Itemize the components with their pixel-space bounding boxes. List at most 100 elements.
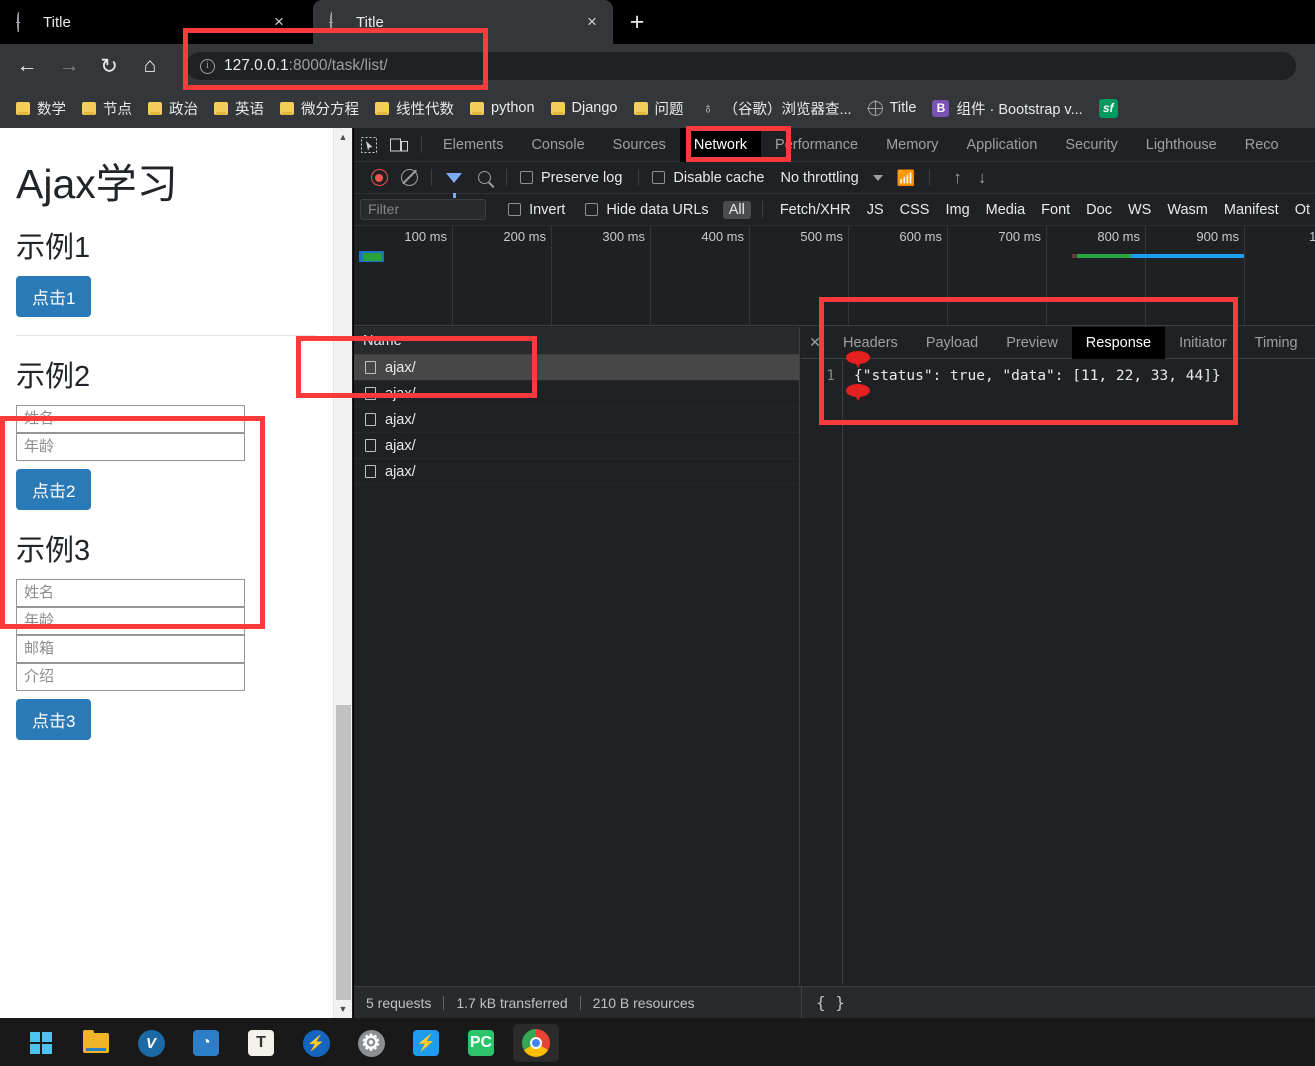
filter-type-css[interactable]: CSS — [894, 201, 936, 219]
submit-button-3[interactable]: 点击3 — [16, 698, 92, 740]
search-icon[interactable] — [469, 163, 499, 193]
bookmark-item[interactable]: B 组件 · Bootstrap v... — [924, 95, 1090, 122]
network-timeline-overview[interactable]: 100 ms 200 ms 300 ms 400 ms 500 ms 600 ms 700 … — [354, 226, 1315, 326]
bookmark-item[interactable]: 问题 — [626, 95, 692, 122]
table-row[interactable]: ajax/ — [354, 459, 799, 485]
close-icon[interactable]: × — [266, 9, 292, 35]
detail-tab-response[interactable]: Response — [1071, 326, 1166, 359]
filter-type-ot[interactable]: Ot — [1289, 201, 1315, 219]
download-icon[interactable]: ↓ — [978, 168, 987, 188]
detail-tab-preview[interactable]: Preview — [992, 327, 1072, 359]
devtools-tab-application[interactable]: Application — [952, 128, 1051, 162]
detail-tab-headers[interactable]: Headers — [829, 327, 912, 359]
bookmark-item[interactable]: 线性代数 — [367, 95, 462, 122]
wifi-settings-icon[interactable]: 📶 — [897, 169, 916, 187]
disable-cache-checkbox[interactable]: Disable cache — [652, 170, 764, 186]
pretty-print-button[interactable]: { } — [801, 986, 1315, 1018]
browser-tab-2[interactable]: Title × — [313, 0, 613, 44]
upload-icon[interactable]: ↑ — [953, 168, 962, 188]
devtools-tab-security[interactable]: Security — [1051, 128, 1131, 162]
app-settings[interactable]: ⚙ — [348, 1024, 394, 1062]
filter-type-ws[interactable]: WS — [1122, 201, 1157, 219]
filter-type-img[interactable]: Img — [939, 201, 975, 219]
site-info-icon[interactable]: i — [200, 58, 215, 74]
filter-type-js[interactable]: JS — [861, 201, 890, 219]
home-icon[interactable]: ⌂ — [135, 51, 165, 81]
forward-icon[interactable]: → — [54, 51, 84, 81]
app-typora[interactable]: T — [238, 1024, 284, 1062]
filter-type-manifest[interactable]: Manifest — [1218, 201, 1285, 219]
table-row[interactable]: ajax/ — [354, 433, 799, 459]
bookmark-item[interactable]: Django — [543, 97, 626, 119]
clear-icon[interactable] — [394, 163, 424, 193]
app-chrome[interactable] — [513, 1024, 559, 1062]
filter-type-wasm[interactable]: Wasm — [1161, 201, 1214, 219]
close-icon[interactable]: × — [579, 9, 605, 35]
bookmark-item[interactable]: 节点 — [74, 95, 140, 122]
reload-icon[interactable]: ↻ — [94, 51, 124, 81]
scroll-down-icon[interactable]: ▼ — [334, 1000, 352, 1018]
text-input[interactable]: 邮箱 — [16, 634, 245, 663]
devtools-tab-performance[interactable]: Performance — [761, 128, 872, 162]
throttling-select[interactable]: No throttling — [780, 170, 858, 186]
device-toolbar-icon[interactable] — [384, 130, 414, 160]
bookmark-item[interactable]: python — [462, 97, 543, 119]
devtools-tab-network[interactable]: Network — [679, 127, 762, 162]
app-pycharm[interactable]: PC — [458, 1024, 504, 1062]
bookmark-item[interactable]: Title — [860, 97, 925, 119]
funnel-icon[interactable] — [439, 163, 469, 198]
devtools-tab-sources[interactable]: Sources — [599, 128, 680, 162]
browser-tab-1[interactable]: Title × — [0, 0, 300, 44]
filter-type-fetch-xhr[interactable]: Fetch/XHR — [774, 201, 857, 219]
text-input[interactable]: 介绍 — [16, 662, 245, 691]
devtools-tab-lighthouse[interactable]: Lighthouse — [1132, 128, 1231, 162]
filter-type-font[interactable]: Font — [1035, 201, 1076, 219]
filter-input[interactable]: Filter — [360, 199, 487, 220]
bookmark-item[interactable]: 数学 — [8, 95, 74, 122]
detail-tab-c[interactable]: C — [1312, 327, 1315, 359]
bookmark-item[interactable]: 政治 — [140, 95, 206, 122]
submit-button-2[interactable]: 点击2 — [16, 468, 92, 510]
preserve-log-checkbox[interactable]: Preserve log — [520, 170, 622, 186]
address-bar[interactable]: i 127.0.0.1:8000/task/list/ — [186, 52, 1296, 80]
bookmark-item[interactable]: sf — [1091, 96, 1126, 121]
app-v[interactable]: V — [128, 1024, 174, 1062]
text-input[interactable]: 姓名 — [16, 404, 245, 433]
table-row[interactable]: ajax/ — [354, 407, 799, 433]
inspect-element-icon[interactable] — [354, 130, 384, 160]
scroll-up-icon[interactable]: ▲ — [334, 128, 352, 146]
devtools-tab-reco[interactable]: Reco — [1231, 128, 1293, 162]
detail-tab-initiator[interactable]: Initiator — [1165, 327, 1241, 359]
filter-type-all[interactable]: All — [722, 200, 751, 219]
filter-type-doc[interactable]: Doc — [1080, 201, 1118, 219]
bookmark-item[interactable]: 英语 — [206, 95, 272, 122]
devtools-tab-memory[interactable]: Memory — [872, 128, 952, 162]
hide-data-urls-checkbox[interactable]: Hide data URLs — [585, 202, 709, 218]
submit-button-1[interactable]: 点击1 — [16, 275, 92, 317]
filter-type-media[interactable]: Media — [980, 201, 1032, 219]
start-button[interactable] — [18, 1024, 64, 1062]
table-row[interactable]: ajax/ — [354, 381, 799, 407]
devtools-tab-elements[interactable]: Elements — [429, 128, 517, 162]
close-icon[interactable]: ✕ — [801, 334, 829, 351]
column-header-name[interactable]: Name — [354, 327, 799, 355]
page-scrollbar[interactable]: ▲ ▼ — [333, 128, 352, 1018]
bookmark-item[interactable]: ♁ （谷歌）浏览器查... — [692, 95, 860, 122]
new-tab-button[interactable]: + — [622, 8, 652, 38]
detail-tab-timing[interactable]: Timing — [1241, 327, 1312, 359]
app-flash[interactable]: ⚡ — [403, 1024, 449, 1062]
detail-tab-payload[interactable]: Payload — [912, 327, 992, 359]
record-icon[interactable] — [364, 163, 394, 193]
devtools-tab-console[interactable]: Console — [517, 128, 598, 162]
invert-checkbox[interactable]: Invert — [508, 202, 565, 218]
scrollbar-thumb[interactable] — [336, 705, 351, 1000]
app-chart[interactable]: ◔ — [183, 1024, 229, 1062]
text-input[interactable]: 姓名 — [16, 578, 245, 607]
back-icon[interactable]: ← — [12, 51, 42, 81]
file-explorer[interactable] — [73, 1024, 119, 1062]
app-bolt[interactable]: ⚡ — [293, 1024, 339, 1062]
bookmark-item[interactable]: 微分方程 — [272, 95, 367, 122]
text-input[interactable]: 年龄 — [16, 606, 245, 635]
text-input[interactable]: 年龄 — [16, 432, 245, 461]
table-row[interactable]: ajax/ — [354, 355, 799, 381]
